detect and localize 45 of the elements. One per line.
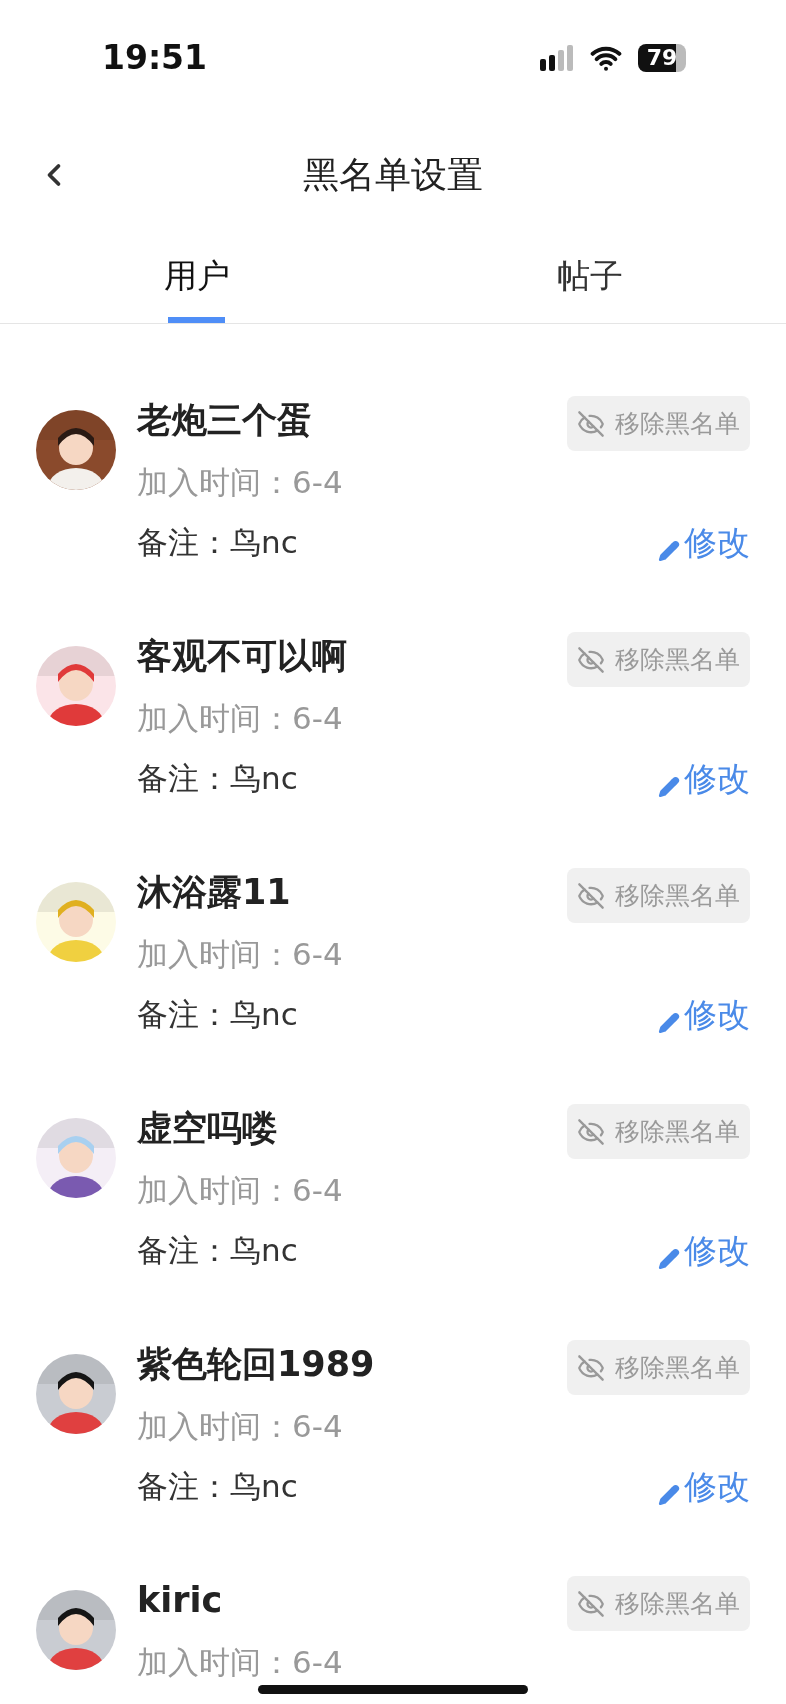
eye-off-icon [577,881,605,910]
user-note: 备注：鸟nc [137,1467,299,1506]
eye-off-icon [577,409,605,438]
user-note: 备注：鸟nc [137,1231,299,1270]
join-time: 加入时间：6-4 [137,1643,344,1682]
pencil-icon [658,1248,680,1270]
edit-link[interactable]: 修改 [658,993,750,1038]
status-time: 19:51 [102,38,208,77]
eye-off-icon [577,1353,605,1382]
eye-off-icon [577,645,605,674]
tab[interactable]: 帖子 [393,235,786,323]
join-time: 加入时间：6-4 [137,935,344,974]
signal-icon [540,44,574,71]
pencil-icon [658,1484,680,1506]
user-note: 备注：鸟nc [137,995,299,1034]
join-time: 加入时间：6-4 [137,1171,344,1210]
remove-blacklist-button[interactable]: 移除黑名单 [567,1340,750,1395]
page-title: 黑名单设置 [303,152,483,197]
user-name: kiric [137,1579,224,1622]
user-name: 客观不可以啊 [137,635,348,678]
battery-icon: 79 [638,43,686,72]
join-time: 加入时间：6-4 [137,463,344,502]
pencil-icon [658,776,680,798]
remove-blacklist-button[interactable]: 移除黑名单 [567,396,750,451]
user-name: 虚空吗喽 [137,1107,278,1150]
user-note: 备注：鸟nc [137,759,299,798]
edit-link[interactable]: 修改 [658,1465,750,1510]
pencil-icon [658,1012,680,1034]
user-note: 备注：鸟nc [137,523,299,562]
eye-off-icon [577,1117,605,1146]
pencil-icon [658,540,680,562]
user-name: 沐浴露11 [137,871,292,914]
user-name: 老炮三个蛋 [137,399,313,442]
edit-link[interactable]: 修改 [658,1229,750,1274]
edit-link[interactable]: 修改 [658,521,750,566]
edit-link[interactable]: 修改 [658,757,750,802]
remove-blacklist-button[interactable]: 移除黑名单 [567,868,750,923]
remove-blacklist-button[interactable]: 移除黑名单 [567,632,750,687]
user-name: 紫色轮回1989 [137,1343,376,1386]
join-time: 加入时间：6-4 [137,699,344,738]
remove-blacklist-button[interactable]: 移除黑名单 [567,1104,750,1159]
tab[interactable]: 用户 [0,235,393,323]
remove-blacklist-button[interactable]: 移除黑名单 [567,1576,750,1631]
join-time: 加入时间：6-4 [137,1407,344,1446]
eye-off-icon [577,1589,605,1618]
